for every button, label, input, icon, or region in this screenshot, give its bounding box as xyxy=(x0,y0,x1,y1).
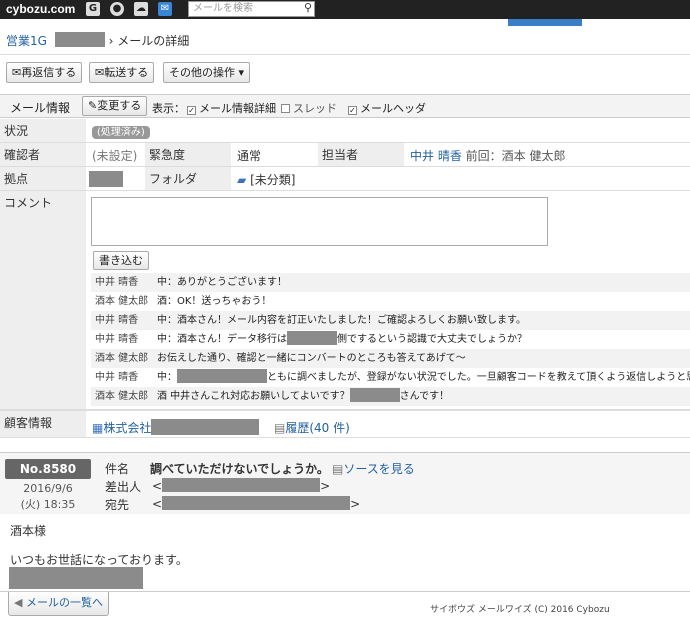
forward-button[interactable]: ✉転送する xyxy=(89,62,155,83)
comment-item: 中井 晴香 中： ともに調べましたが、登録がない状況でした。一旦顧客コードを教えて頂… xyxy=(91,368,690,387)
active-tab-indicator xyxy=(508,19,582,26)
view-source-link[interactable]: ソースを見る xyxy=(343,462,414,476)
mail-subject: 調べていただけないでしょうか。 xyxy=(150,462,329,476)
customer-row: 顧客情報 ▦株式会社 ▤履歴(40 件) xyxy=(0,410,690,438)
redacted-block xyxy=(9,567,143,589)
opt-header-checkbox[interactable]: ✓ メールヘッダ xyxy=(348,100,426,116)
comment-item: 中井 晴香 中：酒本さん！データ移行は 側でするという認識で大丈夫でしょうか？ xyxy=(91,330,690,349)
mail-number-badge: No.8580 xyxy=(5,459,91,479)
breadcrumb: 営業1G › メールの詳細 xyxy=(6,32,190,48)
redacted-block xyxy=(177,369,267,383)
redacted-block xyxy=(151,419,260,435)
source-icon: ▤ xyxy=(332,462,344,476)
history-icon: ▤ xyxy=(274,421,286,435)
search-input[interactable]: メールを検索 ⚲ xyxy=(188,1,315,17)
mail-body-line: いつもお世話になっております。 xyxy=(10,553,188,567)
back-to-list-button[interactable]: ◀ メールの一覧へ xyxy=(8,592,109,616)
redacted-block xyxy=(349,388,400,402)
search-icon[interactable]: ⚲ xyxy=(304,2,312,14)
comment-item: 酒本 健太郎 お伝えした通り、確認と一緒にコンバートのところも答えてあげて〜 xyxy=(91,349,690,368)
comment-item: 中井 晴香 中：ありがとうございます！ xyxy=(91,273,690,292)
breadcrumb-group-link[interactable]: 営業1G xyxy=(6,34,47,48)
reply-button[interactable]: ✉再返信する xyxy=(6,62,83,83)
status-badge: (処理済み) xyxy=(92,126,150,139)
page-title: メールの詳細 xyxy=(117,34,190,48)
top-bar: cybozu.com G ● ☁ ✉ メールを検索 ⚲ xyxy=(0,0,690,19)
redacted-block xyxy=(89,171,123,187)
change-button[interactable]: ✎変更する xyxy=(82,96,148,116)
comment-item: 中井 晴香 中：酒本さん！メール内容を訂正いたしました！ご確認よろしくお願い致しま… xyxy=(91,311,690,330)
other-actions-dropdown[interactable]: その他の操作 ▾ xyxy=(163,62,251,83)
target-icon[interactable]: ● xyxy=(110,2,124,16)
mail-body-greeting: 酒本様 xyxy=(10,524,47,538)
mail-icon[interactable]: ✉ xyxy=(158,2,172,16)
opt-thread-checkbox[interactable]: スレッド xyxy=(281,100,337,116)
owner-link[interactable]: 中井 晴香 xyxy=(410,149,462,163)
redacted-sender xyxy=(162,478,321,492)
comment-item: 酒本 健太郎 酒：OK！送っちゃおう！ xyxy=(95,296,272,307)
g-icon[interactable]: G xyxy=(86,2,100,16)
base-row: 拠点 フォルダ ▰ [未分類] xyxy=(0,167,690,191)
redacted-recipient xyxy=(162,496,351,510)
comment-item: 酒本 健太郎酒 中井さんこれ対応お願いしてよいです？ さんです！ xyxy=(91,387,690,406)
company-icon: ▦ xyxy=(92,421,104,435)
opt-detail-checkbox[interactable]: ✓ メール情報詳細 xyxy=(187,100,276,116)
status-row: 状況 (処理済み) xyxy=(0,119,690,143)
redacted-block xyxy=(287,331,337,345)
confirm-row: 確認者 (未設定) 緊急度 通常 担当者 中井 晴香 前回：酒本 健太郎 xyxy=(0,143,690,167)
redacted-block xyxy=(54,32,105,47)
history-link[interactable]: 履歴(40 件) xyxy=(285,421,349,435)
globe-icon[interactable]: ☁ xyxy=(134,2,148,16)
submit-comment-button[interactable]: 書き込む xyxy=(93,251,149,270)
footer: ◀ メールの一覧へ サイボウズ メールワイズ (C) 2016 Cybozu xyxy=(0,591,690,618)
folder-icon: ▰ xyxy=(237,173,247,187)
cybozu-logo[interactable]: cybozu.com xyxy=(6,2,75,16)
company-link[interactable]: 株式会社 xyxy=(103,421,151,435)
comment-textarea[interactable] xyxy=(91,197,548,246)
mail-info-bar: メール情報 ✎変更する 表示： ✓ メール情報詳細 スレッド ✓ メールヘッダ xyxy=(0,94,690,118)
